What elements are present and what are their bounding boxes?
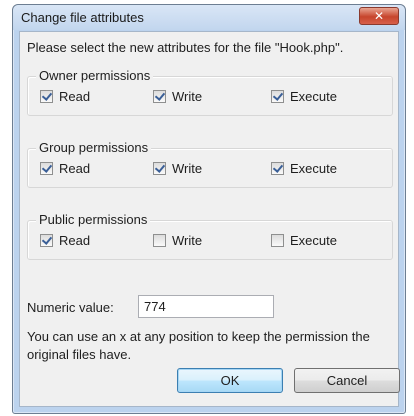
checkbox-icon[interactable]: [153, 162, 166, 175]
checkbox-label: Execute: [290, 233, 337, 248]
numeric-value-label: Numeric value:: [27, 300, 114, 315]
change-file-attributes-dialog: Change file attributes ✕ Please select t…: [12, 4, 406, 414]
checkbox-label: Read: [59, 161, 91, 176]
numeric-value-input[interactable]: [138, 295, 274, 318]
close-button[interactable]: ✕: [359, 7, 399, 25]
checkbox-icon[interactable]: [153, 90, 166, 103]
checkbox-label: Execute: [290, 161, 337, 176]
public-execute-checkbox[interactable]: Execute: [271, 233, 337, 248]
close-icon: ✕: [373, 9, 385, 23]
group-read-checkbox[interactable]: Read: [40, 161, 90, 176]
checkbox-label: Read: [59, 89, 91, 104]
checkbox-label: Write: [172, 89, 203, 104]
owner-permissions-group: Owner permissions Read Write Execute: [27, 68, 393, 116]
checkbox-icon[interactable]: [40, 162, 53, 175]
public-permissions-group: Public permissions Read Write Execute: [27, 212, 393, 260]
public-read-checkbox[interactable]: Read: [40, 233, 90, 248]
group-permissions-group: Group permissions Read Write Execute: [27, 140, 393, 188]
group-permissions-title: Group permissions: [36, 140, 152, 155]
checkbox-icon[interactable]: [271, 90, 284, 103]
owner-read-checkbox[interactable]: Read: [40, 89, 90, 104]
owner-write-checkbox[interactable]: Write: [153, 89, 202, 104]
checkbox-label: Write: [172, 161, 203, 176]
checkbox-icon[interactable]: [271, 234, 284, 247]
cancel-button[interactable]: Cancel: [294, 368, 400, 393]
checkbox-icon[interactable]: [153, 234, 166, 247]
dialog-title: Change file attributes: [21, 10, 144, 25]
hint-text: You can use an x at any position to keep…: [27, 329, 370, 362]
checkbox-icon[interactable]: [40, 234, 53, 247]
checkbox-icon[interactable]: [40, 90, 53, 103]
checkbox-label: Write: [172, 233, 203, 248]
public-write-checkbox[interactable]: Write: [153, 233, 202, 248]
group-execute-checkbox[interactable]: Execute: [271, 161, 337, 176]
dialog-body: Please select the new attributes for the…: [19, 31, 400, 407]
public-permissions-title: Public permissions: [36, 212, 151, 227]
owner-permissions-title: Owner permissions: [36, 68, 154, 83]
title-bar[interactable]: Change file attributes ✕: [13, 5, 405, 30]
checkbox-icon[interactable]: [271, 162, 284, 175]
ok-button[interactable]: OK: [177, 368, 283, 393]
group-write-checkbox[interactable]: Write: [153, 161, 202, 176]
owner-execute-checkbox[interactable]: Execute: [271, 89, 337, 104]
prompt-text: Please select the new attributes for the…: [27, 40, 344, 55]
checkbox-label: Execute: [290, 89, 337, 104]
checkbox-label: Read: [59, 233, 91, 248]
